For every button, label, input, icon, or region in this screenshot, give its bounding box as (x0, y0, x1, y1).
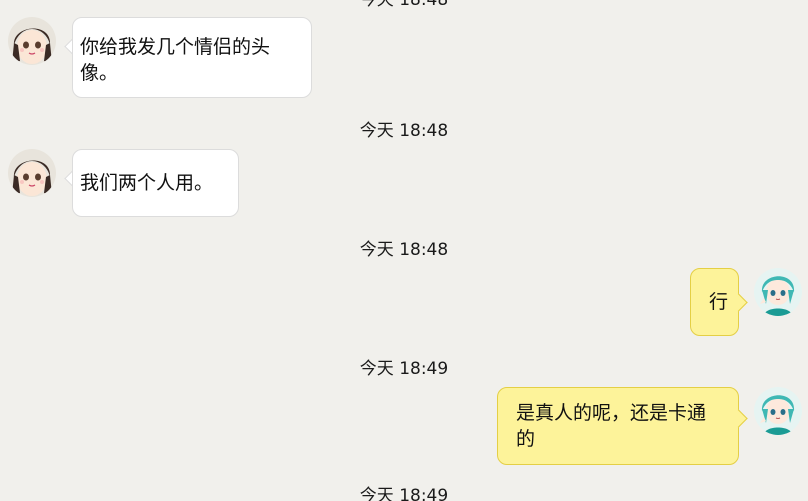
anime-boy-avatar-icon (754, 268, 802, 316)
timestamp: 今天 18:48 (359, 240, 449, 260)
message-bubble-incoming[interactable]: 你给我发几个情侣的头像。 (72, 17, 312, 98)
my-avatar[interactable] (754, 268, 802, 316)
message-text: 你给我发几个情侣的头像。 (80, 36, 271, 84)
contact-avatar[interactable] (8, 149, 56, 197)
girl-avatar-icon (8, 17, 56, 65)
timestamp: 今天 18:48 (359, 0, 449, 10)
contact-avatar[interactable] (8, 17, 56, 65)
message-text: 是真人的呢，还是卡通的 (516, 402, 707, 450)
chat-view[interactable]: 今天 18:48 你给我发几个情侣的头像。 今天 18:48 我们两个人用。 今… (0, 0, 808, 501)
timestamp: 今天 18:48 (359, 121, 449, 141)
message-text: 我们两个人用。 (80, 172, 214, 194)
timestamp: 今天 18:49 (359, 486, 449, 501)
my-avatar[interactable] (754, 387, 802, 435)
girl-avatar-icon (8, 149, 56, 197)
message-bubble-outgoing[interactable]: 是真人的呢，还是卡通的 (497, 387, 739, 465)
message-bubble-incoming[interactable]: 我们两个人用。 (72, 149, 239, 217)
timestamp: 今天 18:49 (359, 359, 449, 379)
message-text: 行 (709, 291, 729, 313)
anime-boy-avatar-icon (754, 387, 802, 435)
